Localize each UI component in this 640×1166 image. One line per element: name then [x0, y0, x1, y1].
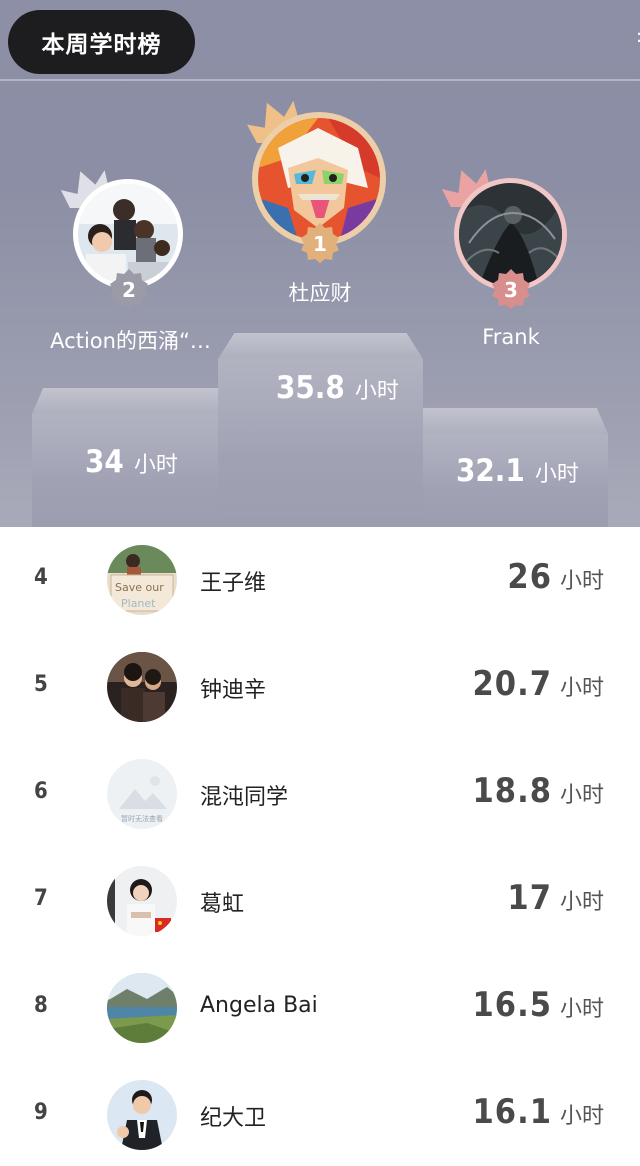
rank-3-hours: 32.1 小时 [456, 453, 579, 489]
podium-name: Action的西涌“… [50, 329, 211, 353]
list-item[interactable]: 5 钟迪辛 20.7 小时 [0, 634, 640, 741]
hours-unit: 小时 [559, 890, 604, 915]
list-item[interactable]: 8 Angela Bai 16.5 小时 [0, 955, 640, 1062]
list-item[interactable]: 7 葛虹 17 小时 [0, 848, 640, 955]
rank-number: 3 [504, 278, 518, 302]
rank-badge-icon: 3 [492, 269, 530, 309]
user-name: 纪大卫 [200, 1106, 267, 1131]
edge-indicator: : [636, 26, 640, 48]
hours-value: 16.1 [472, 1092, 552, 1132]
rank-badge-icon: 1 [301, 223, 339, 263]
list-item[interactable]: 9 纪大卫 16.1 小时 [0, 1062, 640, 1166]
hours-value: 32.1 [456, 453, 525, 489]
hours-unit: 小时 [354, 379, 399, 404]
list-item[interactable]: 4 Save our Planet 王子维 26 小时 [0, 527, 640, 634]
avatar[interactable]: 暂时无法查看 [107, 759, 177, 829]
rank-number: 2 [122, 278, 136, 302]
rank-number: 9 [34, 1100, 48, 1125]
hours-unit: 小时 [559, 569, 604, 594]
avatar[interactable] [107, 1080, 177, 1150]
svg-text:Save our: Save our [115, 581, 164, 594]
rank-number: 1 [313, 232, 327, 256]
study-hours: 20.7 小时 [473, 664, 605, 704]
svg-text:Planet: Planet [121, 597, 156, 610]
avatar[interactable] [107, 973, 177, 1043]
study-hours: 16.5 小时 [473, 985, 605, 1025]
rank-number: 7 [34, 886, 48, 911]
study-hours: 26 小时 [507, 557, 604, 597]
user-name: Angela Bai [200, 993, 318, 1018]
rank-1-hours: 35.8 小时 [276, 370, 399, 406]
hours-unit: 小时 [534, 462, 579, 487]
divider [0, 79, 640, 81]
hours-value: 35.8 [276, 370, 345, 406]
hours-value: 34 [85, 444, 124, 480]
user-name: 钟迪辛 [200, 678, 267, 703]
podium-name: 杜应财 [288, 281, 352, 305]
rank-badge-icon: 2 [110, 269, 148, 309]
study-hours: 17 小时 [507, 878, 604, 918]
ranking-list: 4 Save our Planet 王子维 26 小时 5 钟迪辛 20.7 小… [0, 527, 640, 1166]
hours-unit: 小时 [559, 676, 604, 701]
hours-value: 18.8 [472, 771, 552, 811]
hours-value: 16.5 [472, 985, 552, 1025]
list-item[interactable]: 6 暂时无法查看 混沌同学 18.8 小时 [0, 741, 640, 848]
avatar[interactable]: Save our Planet [107, 545, 177, 615]
hours-unit: 小时 [559, 1104, 604, 1129]
user-name: 葛虹 [200, 892, 245, 917]
avatar[interactable] [107, 652, 177, 722]
study-hours: 18.8 小时 [473, 771, 605, 811]
podium-name: Frank [482, 325, 540, 349]
hours-unit: 小时 [559, 997, 604, 1022]
hours-value: 17 [507, 878, 552, 918]
study-hours: 16.1 小时 [473, 1092, 605, 1132]
user-name: 王子维 [200, 571, 267, 596]
pedestal-rank-1 [218, 333, 423, 527]
hours-unit: 小时 [559, 783, 604, 808]
user-name: 混沌同学 [200, 785, 289, 810]
rank-number: 5 [34, 672, 48, 697]
leaderboard-title: 本周学时榜 [8, 10, 195, 74]
hours-value: 26 [507, 557, 552, 597]
rank-number: 6 [34, 779, 48, 804]
avatar[interactable] [107, 866, 177, 936]
hours-value: 20.7 [472, 664, 552, 704]
rank-2-hours: 34 小时 [85, 444, 178, 480]
svg-text:暂时无法查看: 暂时无法查看 [121, 814, 163, 823]
rank-number: 4 [34, 565, 48, 590]
hours-unit: 小时 [133, 453, 178, 478]
rank-number: 8 [34, 993, 48, 1018]
leaderboard-podium: 本周学时榜 : 34 小时 35.8 小时 32.1 小时 [0, 0, 640, 527]
